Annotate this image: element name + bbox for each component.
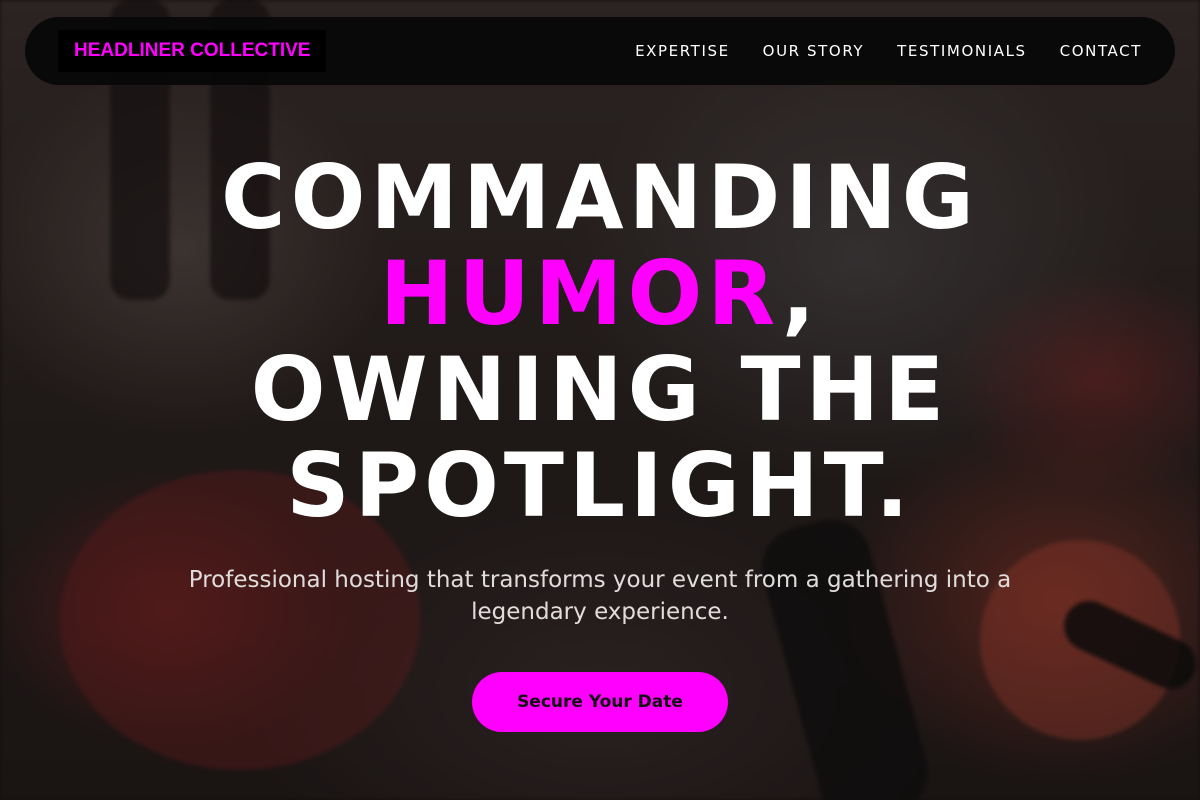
headline-line-2: HUMOR, [0, 246, 1200, 342]
nav-links: EXPERTISE OUR STORY TESTIMONIALS CONTACT [635, 42, 1142, 60]
nav-link-expertise[interactable]: EXPERTISE [635, 42, 730, 60]
headline-comma: , [781, 242, 821, 345]
headline-accent-word: HUMOR [379, 242, 782, 345]
nav-link-testimonials[interactable]: TESTIMONIALS [897, 42, 1026, 60]
hero-section: COMMANDING HUMOR, OWNING THE SPOTLIGHT. … [0, 150, 1200, 732]
top-navbar: HEADLINER COLLECTIVE EXPERTISE OUR STORY… [25, 17, 1175, 85]
headline-line-4: SPOTLIGHT. [286, 434, 914, 537]
headline-line-1: COMMANDING [221, 146, 979, 249]
hero-headline: COMMANDING HUMOR, OWNING THE SPOTLIGHT. [0, 150, 1200, 534]
headline-line-3: OWNING THE [250, 338, 950, 441]
brand-logo[interactable]: HEADLINER COLLECTIVE [58, 30, 327, 72]
secure-your-date-button[interactable]: Secure Your Date [472, 672, 728, 732]
hero-subheading: Professional hosting that transforms you… [188, 567, 1012, 625]
nav-link-our-story[interactable]: OUR STORY [763, 42, 865, 60]
nav-link-contact[interactable]: CONTACT [1060, 42, 1142, 60]
